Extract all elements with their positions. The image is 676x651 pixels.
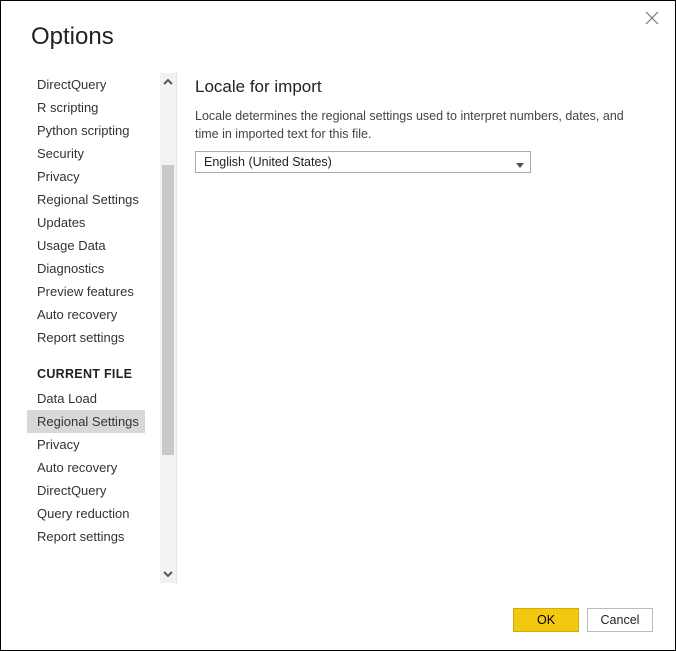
locale-selected-value: English (United States) xyxy=(204,155,332,169)
sidebar-item-preview-features[interactable]: Preview features xyxy=(27,280,145,303)
pane-heading: Locale for import xyxy=(195,77,645,97)
locale-dropdown[interactable]: English (United States) xyxy=(195,151,531,173)
chevron-down-icon xyxy=(516,158,524,166)
scroll-thumb[interactable] xyxy=(162,165,174,455)
sidebar: DirectQuery R scripting Python scripting… xyxy=(27,73,177,583)
cancel-button[interactable]: Cancel xyxy=(587,608,653,632)
sidebar-item-report-settings-current[interactable]: Report settings xyxy=(27,525,145,548)
dialog-title: Options xyxy=(1,1,675,51)
scroll-up-button[interactable] xyxy=(160,73,176,91)
sidebar-item-updates[interactable]: Updates xyxy=(27,211,145,234)
ok-button[interactable]: OK xyxy=(513,608,579,632)
sidebar-item-query-reduction[interactable]: Query reduction xyxy=(27,502,145,525)
sidebar-item-report-settings[interactable]: Report settings xyxy=(27,326,145,349)
sidebar-item-auto-recovery-current[interactable]: Auto recovery xyxy=(27,456,145,479)
sidebar-item-regional-settings[interactable]: Regional Settings xyxy=(27,188,145,211)
section-header-current-file: CURRENT FILE xyxy=(27,349,145,387)
sidebar-item-auto-recovery[interactable]: Auto recovery xyxy=(27,303,145,326)
sidebar-item-regional-settings-current[interactable]: Regional Settings xyxy=(27,410,145,433)
sidebar-item-python-scripting[interactable]: Python scripting xyxy=(27,119,145,142)
sidebar-item-directquery-current[interactable]: DirectQuery xyxy=(27,479,145,502)
scroll-down-button[interactable] xyxy=(160,565,176,583)
close-button[interactable] xyxy=(645,11,661,27)
sidebar-items: DirectQuery R scripting Python scripting… xyxy=(27,73,145,548)
sidebar-item-directquery[interactable]: DirectQuery xyxy=(27,73,145,96)
sidebar-item-privacy-current[interactable]: Privacy xyxy=(27,433,145,456)
sidebar-item-usage-data[interactable]: Usage Data xyxy=(27,234,145,257)
main-pane: Locale for import Locale determines the … xyxy=(177,73,675,583)
sidebar-item-security[interactable]: Security xyxy=(27,142,145,165)
sidebar-item-privacy[interactable]: Privacy xyxy=(27,165,145,188)
sidebar-item-data-load[interactable]: Data Load xyxy=(27,387,145,410)
pane-description: Locale determines the regional settings … xyxy=(195,107,645,143)
sidebar-item-r-scripting[interactable]: R scripting xyxy=(27,96,145,119)
sidebar-item-diagnostics[interactable]: Diagnostics xyxy=(27,257,145,280)
dialog-footer: OK Cancel xyxy=(513,608,653,632)
sidebar-scrollbar[interactable] xyxy=(160,73,176,583)
content-row: DirectQuery R scripting Python scripting… xyxy=(1,73,675,583)
